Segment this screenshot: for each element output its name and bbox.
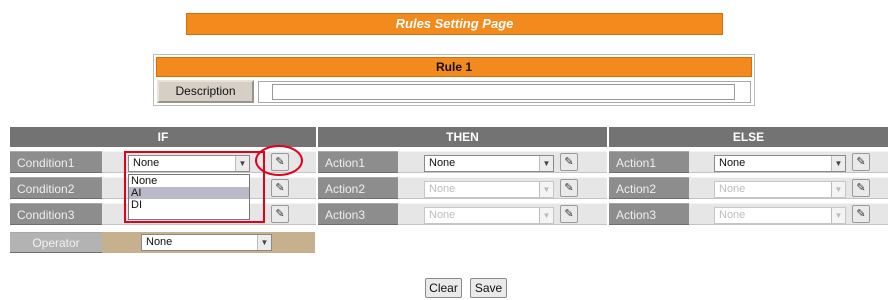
else-action3-edit-button[interactable]: ✎: [852, 205, 870, 223]
condition3-label: Condition3: [10, 203, 102, 225]
chevron-down-icon: ▼: [831, 156, 845, 171]
pencil-icon: ✎: [564, 182, 574, 194]
description-label: Description: [157, 80, 254, 103]
chevron-down-icon: ▼: [539, 156, 553, 171]
pencil-icon: ✎: [275, 208, 285, 220]
then-action1-select-value: None: [429, 157, 456, 169]
description-input[interactable]: [272, 84, 735, 100]
then-action3-select-value: None: [429, 209, 456, 221]
clear-button[interactable]: Clear: [425, 278, 462, 298]
then-action2-label: Action2: [318, 177, 398, 199]
else-action2-label: Action2: [609, 177, 689, 199]
chevron-down-icon: ▼: [831, 182, 845, 197]
condition1-label: Condition1: [10, 151, 102, 173]
condition2-label: Condition2: [10, 177, 102, 199]
pencil-icon: ✎: [856, 182, 866, 194]
operator-select[interactable]: None ▼: [141, 234, 272, 251]
if-header: IF: [10, 127, 316, 147]
then-action2-select[interactable]: None ▼: [424, 181, 554, 198]
then-action3-edit-button[interactable]: ✎: [560, 205, 578, 223]
save-button[interactable]: Save: [470, 278, 507, 298]
then-action1-edit-button[interactable]: ✎: [560, 153, 578, 171]
then-header: THEN: [318, 127, 607, 147]
chevron-down-icon: ▼: [539, 208, 553, 223]
else-action2-select-value: None: [719, 183, 746, 195]
else-action1-edit-button[interactable]: ✎: [852, 153, 870, 171]
else-action2-select[interactable]: None ▼: [714, 181, 846, 198]
pencil-icon: ✎: [856, 156, 866, 168]
pencil-icon: ✎: [856, 208, 866, 220]
chevron-down-icon: ▼: [257, 235, 271, 250]
condition2-edit-button[interactable]: ✎: [271, 179, 289, 197]
else-action1-label: Action1: [609, 151, 689, 173]
annotation-highlight-circle: [255, 145, 303, 176]
annotation-highlight-box: [124, 151, 265, 223]
condition3-edit-button[interactable]: ✎: [271, 205, 289, 223]
then-action3-label: Action3: [318, 203, 398, 225]
chevron-down-icon: ▼: [539, 182, 553, 197]
pencil-icon: ✎: [275, 182, 285, 194]
page-title: Rules Setting Page: [186, 13, 723, 35]
then-action2-edit-button[interactable]: ✎: [560, 179, 578, 197]
then-action3-select[interactable]: None ▼: [424, 207, 554, 224]
then-action2-select-value: None: [429, 183, 456, 195]
then-action1-label: Action1: [318, 151, 398, 173]
else-header: ELSE: [609, 127, 888, 147]
else-action3-label: Action3: [609, 203, 689, 225]
else-action3-select-value: None: [719, 209, 746, 221]
rule-title: Rule 1: [156, 57, 752, 77]
operator-select-value: None: [146, 236, 173, 248]
pencil-icon: ✎: [564, 156, 574, 168]
else-action3-select[interactable]: None ▼: [714, 207, 846, 224]
chevron-down-icon: ▼: [831, 208, 845, 223]
then-action1-select[interactable]: None ▼: [424, 155, 554, 172]
operator-label: Operator: [10, 232, 102, 253]
else-action2-edit-button[interactable]: ✎: [852, 179, 870, 197]
else-action1-select[interactable]: None ▼: [714, 155, 846, 172]
pencil-icon: ✎: [564, 208, 574, 220]
else-action1-select-value: None: [719, 157, 746, 169]
